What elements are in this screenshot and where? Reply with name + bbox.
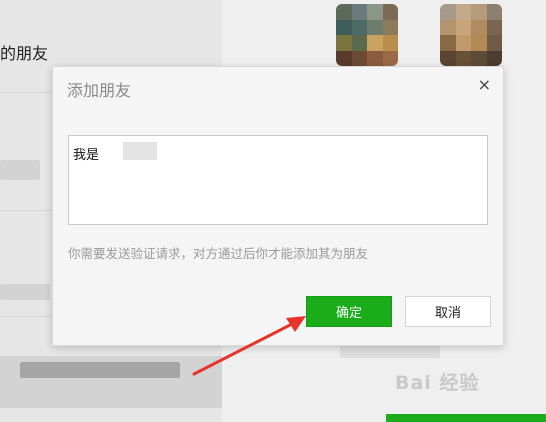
cancel-button[interactable]: 取消 — [405, 296, 491, 327]
blurred-text — [340, 344, 440, 358]
verification-message-input[interactable]: 我是 — [68, 135, 488, 225]
dialog-title: 添加朋友 — [67, 81, 132, 100]
blurred-text — [0, 284, 50, 300]
verification-message-text: 我是 — [73, 148, 100, 163]
confirm-button[interactable]: 确定 — [306, 296, 392, 327]
background-green-bar — [386, 414, 546, 422]
close-icon[interactable]: × — [478, 75, 491, 94]
verification-hint: 你需要发送验证请求，对方通过后你才能添加其为朋友 — [68, 246, 369, 261]
background-friends-title: 的朋友 — [0, 44, 49, 63]
friend-avatar[interactable] — [336, 4, 398, 66]
watermark-logo: Bai 经验 — [395, 372, 480, 394]
blurred-text — [0, 160, 40, 180]
blurred-text — [20, 362, 180, 378]
friend-avatar[interactable] — [440, 4, 502, 66]
add-friend-dialog: 添加朋友 × 我是 你需要发送验证请求，对方通过后你才能添加其为朋友 确定 取消 — [52, 66, 504, 346]
redacted-name — [123, 142, 157, 160]
